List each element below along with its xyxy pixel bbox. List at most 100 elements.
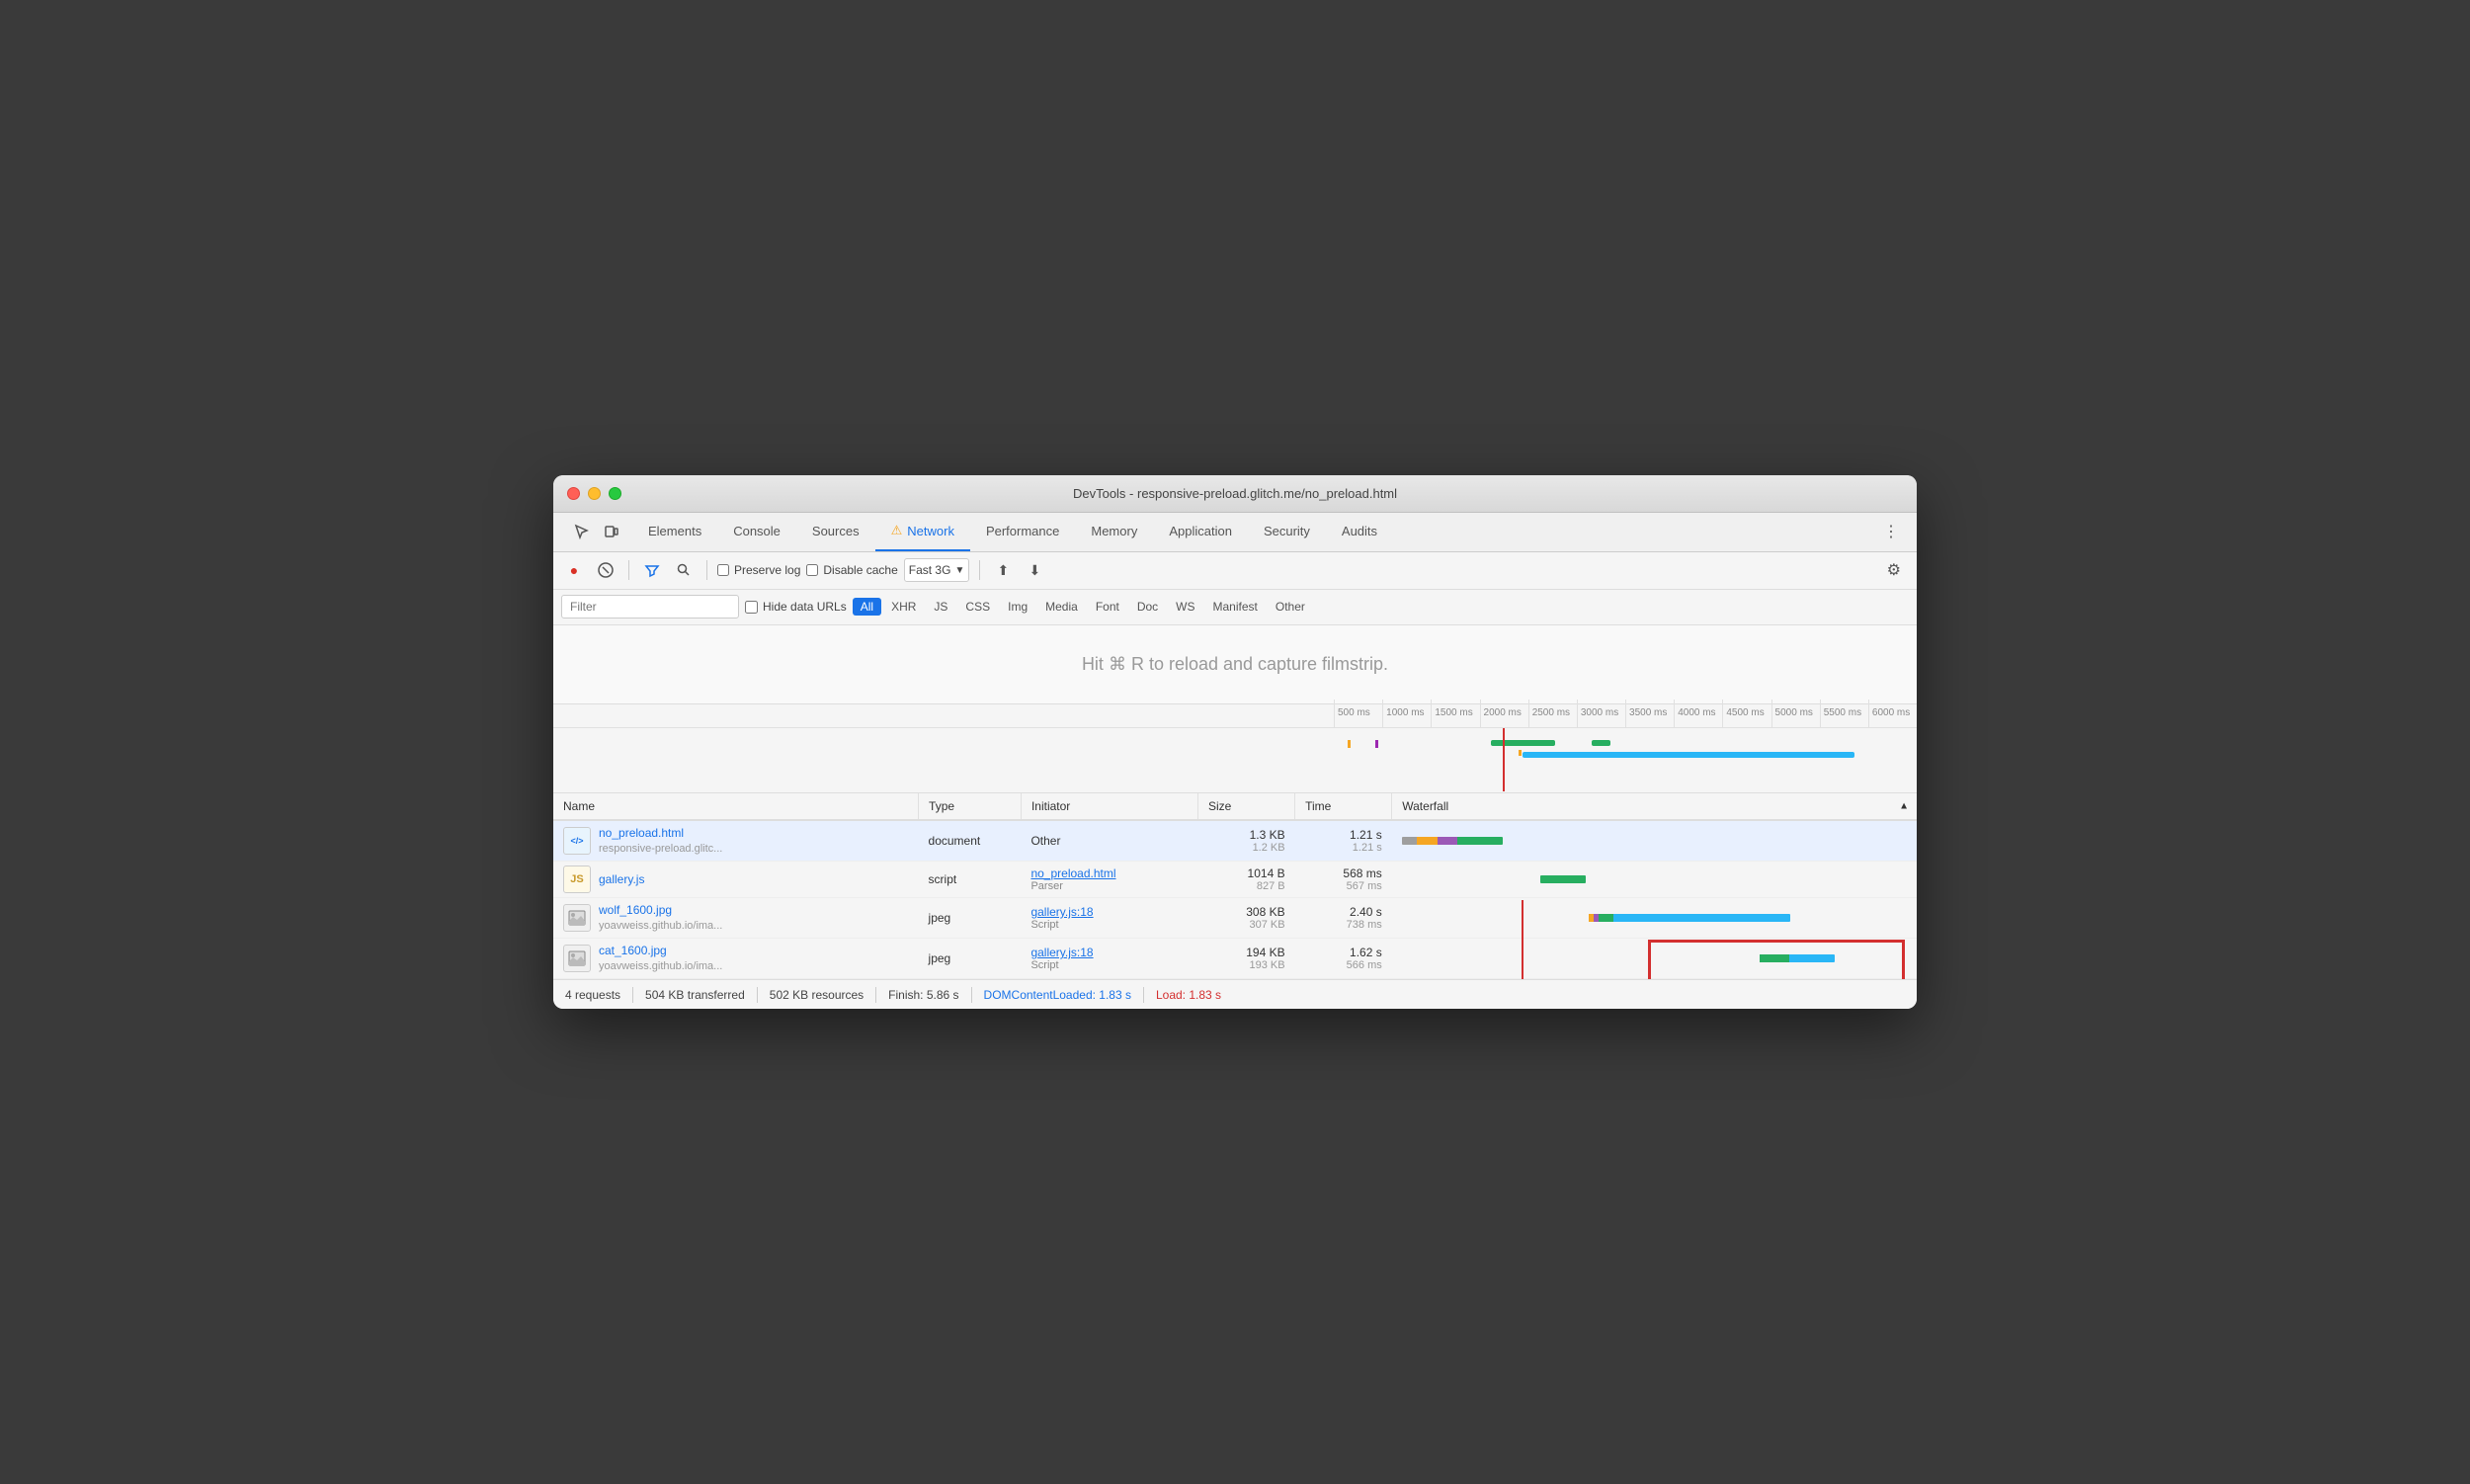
ruler-tick-1000: 1000 ms [1382, 700, 1431, 727]
throttle-select[interactable]: Fast 3G ▼ [904, 558, 970, 582]
ruler-tick-1500: 1500 ms [1431, 700, 1479, 727]
header-name[interactable]: Name [553, 793, 919, 820]
size-cell-1: 1.3 KB 1.2 KB [1197, 820, 1294, 862]
status-sep-5 [1143, 987, 1144, 1003]
initiator-cell-1: Other [1021, 820, 1197, 862]
warn-icon: ⚠ [891, 523, 903, 538]
preserve-log-checkbox[interactable] [717, 564, 729, 576]
time-cell-1: 1.21 s 1.21 s [1295, 820, 1392, 862]
more-options-icon[interactable]: ⋮ [1875, 518, 1907, 545]
ruler-tick-5000: 5000 ms [1771, 700, 1820, 727]
tab-elements[interactable]: Elements [632, 513, 717, 551]
filter-chip-css[interactable]: CSS [957, 598, 998, 616]
filmstrip-area: Hit ⌘ R to reload and capture filmstrip. [553, 625, 1917, 704]
search-icon[interactable] [671, 557, 697, 583]
waterfall-cell-3 [1392, 897, 1917, 938]
filter-chip-ws[interactable]: WS [1168, 598, 1202, 616]
filter-chip-all[interactable]: All [853, 598, 881, 616]
status-domcontentloaded: DOMContentLoaded: 1.83 s [984, 988, 1131, 1002]
status-sep-4 [971, 987, 972, 1003]
status-requests: 4 requests [565, 988, 620, 1002]
waterfall-cell-4 [1392, 939, 1917, 979]
network-table: Name Type Initiator Size Time [553, 793, 1917, 980]
wf-stall-1 [1402, 837, 1417, 845]
ruler-tick-2000: 2000 ms [1480, 700, 1528, 727]
filter-chip-other[interactable]: Other [1268, 598, 1313, 616]
filter-chip-manifest[interactable]: Manifest [1205, 598, 1266, 616]
import-har-button[interactable]: ⬆ [990, 557, 1016, 583]
table-row[interactable]: wolf_1600.jpg yoavweiss.github.io/ima...… [553, 897, 1917, 938]
timeline-bar-green-2 [1592, 740, 1610, 746]
close-button[interactable] [567, 487, 580, 500]
filter-chip-media[interactable]: Media [1037, 598, 1086, 616]
time-cell-2: 568 ms 567 ms [1295, 861, 1392, 897]
filter-icon[interactable] [639, 557, 665, 583]
tab-application[interactable]: Application [1153, 513, 1248, 551]
ruler-tick-6000: 6000 ms [1868, 700, 1917, 727]
export-har-button[interactable]: ⬇ [1022, 557, 1047, 583]
name-cell-1: </> no_preload.html responsive-preload.g… [553, 820, 919, 862]
minimize-button[interactable] [588, 487, 601, 500]
filter-chip-xhr[interactable]: XHR [883, 598, 924, 616]
filter-input[interactable] [561, 595, 739, 618]
tab-network[interactable]: ⚠ Network [875, 513, 970, 551]
devtools-icons [561, 513, 632, 551]
table-row[interactable]: </> no_preload.html responsive-preload.g… [553, 820, 1917, 862]
wf-receive-3 [1613, 914, 1790, 922]
table-body: </> no_preload.html responsive-preload.g… [553, 820, 1917, 979]
statusbar: 4 requests 504 KB transferred 502 KB res… [553, 979, 1917, 1009]
filter-chip-font[interactable]: Font [1088, 598, 1127, 616]
filename-2: gallery.js [599, 871, 644, 888]
hide-data-urls-checkbox[interactable] [745, 601, 758, 614]
header-waterfall[interactable]: Waterfall ▲ [1392, 793, 1917, 820]
tab-security[interactable]: Security [1248, 513, 1326, 551]
tabbar-right: ⋮ [1875, 513, 1917, 551]
header-initiator[interactable]: Initiator [1021, 793, 1197, 820]
table-row[interactable]: JS gallery.js script no_preload.html Par… [553, 861, 1917, 897]
name-cell-4: cat_1600.jpg yoavweiss.github.io/ima... [553, 939, 919, 979]
type-cell-4: jpeg [919, 939, 1022, 979]
tab-sources[interactable]: Sources [796, 513, 875, 551]
status-transferred: 504 KB transferred [645, 988, 745, 1002]
timeline-bar-green-1 [1491, 740, 1555, 746]
url-4: yoavweiss.github.io/ima... [599, 959, 722, 974]
maximize-button[interactable] [609, 487, 621, 500]
titlebar: DevTools - responsive-preload.glitch.me/… [553, 475, 1917, 513]
disable-cache-checkbox[interactable] [806, 564, 818, 576]
header-type[interactable]: Type [919, 793, 1022, 820]
wf-wait-1 [1417, 837, 1437, 845]
name-cell-3: wolf_1600.jpg yoavweiss.github.io/ima... [553, 897, 919, 938]
filter-chip-img[interactable]: Img [1000, 598, 1035, 616]
ruler-tick-500: 500 ms [1334, 700, 1382, 727]
disable-cache-label[interactable]: Disable cache [806, 563, 897, 577]
filename-4: cat_1600.jpg [599, 943, 722, 959]
filter-chip-doc[interactable]: Doc [1129, 598, 1166, 616]
size-cell-2: 1014 B 827 B [1197, 861, 1294, 897]
preserve-log-label[interactable]: Preserve log [717, 563, 800, 577]
status-resources: 502 KB resources [770, 988, 864, 1002]
record-button[interactable]: ● [561, 557, 587, 583]
network-settings-icon[interactable]: ⚙ [1879, 556, 1909, 584]
tab-audits[interactable]: Audits [1326, 513, 1393, 551]
toolbar-sep-2 [706, 560, 707, 580]
window-controls [567, 487, 621, 500]
domcontentloaded-line [1503, 728, 1505, 791]
hide-data-urls-label[interactable]: Hide data URLs [745, 600, 847, 614]
filter-chip-js[interactable]: JS [926, 598, 955, 616]
clear-button[interactable] [593, 557, 618, 583]
header-time[interactable]: Time [1295, 793, 1392, 820]
toolbar-sep-1 [628, 560, 629, 580]
tab-memory[interactable]: Memory [1075, 513, 1153, 551]
header-size[interactable]: Size [1197, 793, 1294, 820]
initiator-cell-4: gallery.js:18 Script [1021, 939, 1197, 979]
tab-performance[interactable]: Performance [970, 513, 1075, 551]
device-toolbar-icon[interactable] [599, 519, 624, 544]
tab-console[interactable]: Console [717, 513, 796, 551]
table-row[interactable]: cat_1600.jpg yoavweiss.github.io/ima... … [553, 939, 1917, 979]
time-cell-4: 1.62 s 566 ms [1295, 939, 1392, 979]
filter-chips: All XHR JS CSS Img Media Font Doc WS Man… [853, 598, 1313, 616]
waterfall-sort-icon[interactable]: ▲ [1899, 800, 1909, 811]
inspect-icon[interactable] [569, 519, 595, 544]
wf-blue-4 [1789, 954, 1835, 962]
wf-green-4 [1760, 954, 1790, 962]
